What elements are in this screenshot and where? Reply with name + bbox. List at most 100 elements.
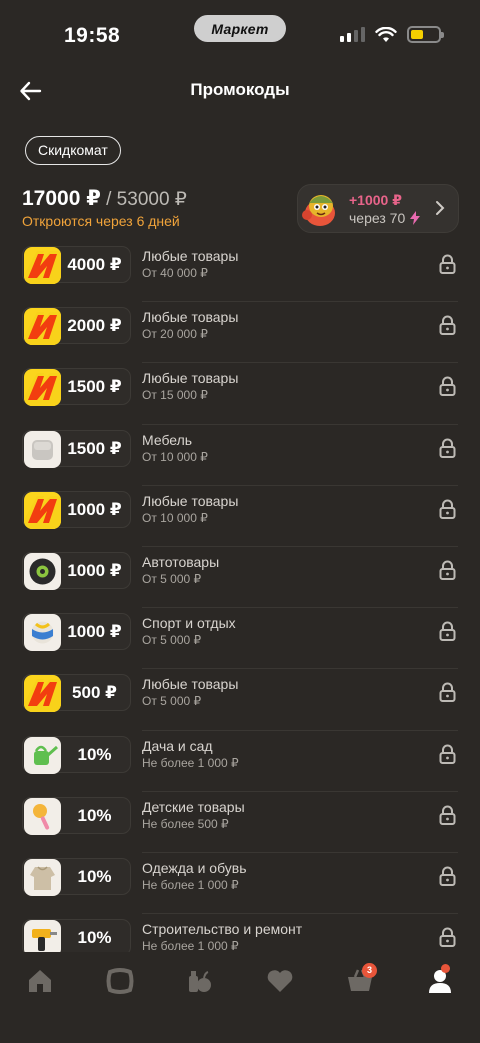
home-tab-icon[interactable]: [25, 966, 55, 996]
rattle-icon: [24, 797, 61, 835]
header: Промокоды: [0, 70, 480, 114]
promo-value-tag: 4000 ₽: [22, 246, 131, 284]
promo-category: Мебель: [142, 431, 193, 448]
bonus-subtitle: через 70: [349, 210, 421, 226]
dynamic-island-pill: Маркет: [194, 15, 286, 42]
promo-condition: От 15 000 ₽: [142, 388, 208, 403]
clothes-icon: [24, 858, 61, 896]
promo-row[interactable]: 1000 ₽ Автотовары От 5 000 ₽: [0, 547, 480, 609]
lock-icon: [439, 621, 456, 642]
promo-row[interactable]: 1000 ₽ Любые товары От 10 000 ₽: [0, 486, 480, 548]
promo-row[interactable]: 4000 ₽ Любые товары От 40 000 ₽: [0, 241, 480, 303]
status-time: 19:58: [64, 24, 121, 47]
promo-category: Дача и сад: [142, 737, 213, 754]
lock-icon: [439, 376, 456, 397]
mascot-icon: [302, 195, 335, 226]
promo-category: Строительство и ремонт: [142, 921, 303, 938]
promo-value-tag: 1500 ₽: [22, 368, 131, 407]
status-bar: 19:58 Маркет: [0, 0, 480, 70]
promo-condition: Не более 500 ₽: [142, 816, 229, 831]
promo-value-tag: 1500 ₽: [22, 429, 131, 468]
promo-condition: От 40 000 ₽: [142, 266, 208, 280]
opens-in-text: Откроются через 6 дней: [22, 213, 180, 229]
promo-row[interactable]: 500 ₽ Любые товары От 5 000 ₽: [0, 669, 480, 731]
promo-value-tag: 1000 ₽: [22, 613, 131, 652]
status-icons: [340, 26, 444, 43]
promo-condition: Не более 1 000 ₽: [142, 939, 239, 954]
market-logo-icon: [24, 369, 61, 407]
market-logo-icon: [24, 675, 61, 713]
promo-value-tag: 10%: [22, 857, 131, 896]
market-logo-icon: [24, 247, 61, 284]
promo-row[interactable]: 10% Дача и сад Не более 1 000 ₽: [0, 731, 480, 792]
promo-value-tag: 10%: [22, 919, 131, 958]
lightning-icon: [410, 211, 421, 225]
furniture-icon: [24, 430, 61, 468]
battery-icon: [407, 26, 444, 43]
skidkomat-chip[interactable]: Скидкомат: [25, 136, 121, 165]
cart-badge: 3: [362, 963, 377, 978]
page-title: Промокоды: [190, 80, 290, 99]
promo-value: 10%: [77, 744, 112, 764]
profile-notification-dot: [441, 964, 450, 973]
market-logo-icon: [24, 308, 61, 346]
amount-total: / 53000 ₽: [100, 189, 187, 210]
lock-icon: [439, 927, 456, 948]
promo-value-tag: 1000 ₽: [22, 551, 131, 590]
lock-icon: [439, 682, 456, 703]
promo-value-tag: 2000 ₽: [22, 307, 131, 346]
lock-icon: [439, 805, 456, 825]
promo-row[interactable]: 1000 ₽ Спорт и отдых От 5 000 ₽: [0, 608, 480, 670]
promo-value-tag: 10%: [22, 735, 131, 774]
promo-value-tag: 1000 ₽: [22, 490, 131, 529]
promo-category: Детские товары: [142, 798, 245, 815]
bonus-amount: +1000 ₽: [349, 192, 402, 208]
wifi-icon: [375, 26, 397, 42]
promo-row[interactable]: 10% Детские товары Не более 500 ₽: [0, 792, 480, 854]
promo-condition: Не более 1 000 ₽: [142, 877, 239, 892]
promo-category: Любые товары: [142, 309, 239, 326]
amount-current: 17000 ₽: [22, 187, 101, 210]
favorites-tab-icon[interactable]: [265, 966, 295, 996]
grocery-tab-icon[interactable]: [185, 966, 215, 996]
watering-can-icon: [24, 736, 61, 774]
promo-condition: От 5 000 ₽: [142, 633, 202, 648]
promo-condition: От 20 000 ₽: [142, 327, 208, 342]
promo-row[interactable]: 10% Одежда и обувь Не более 1 000 ₽: [0, 853, 480, 915]
catalog-tab-icon[interactable]: [105, 966, 135, 996]
promo-row[interactable]: 1500 ₽ Мебель От 10 000 ₽: [0, 425, 480, 486]
lock-icon: [439, 499, 456, 519]
bonus-subtitle-text: через 70: [349, 210, 406, 226]
promo-category: Автотовары: [142, 553, 220, 570]
promo-category: Спорт и отдых: [142, 615, 236, 632]
promo-condition: От 5 000 ₽: [142, 571, 202, 586]
promo-value: 1000 ₽: [67, 622, 122, 642]
promo-condition: Не более 1 000 ₽: [142, 755, 239, 770]
lock-icon: [439, 560, 456, 580]
promo-value-tag: 10%: [22, 796, 131, 835]
promo-value: 500 ₽: [72, 683, 117, 703]
promo-value-tag: 500 ₽: [22, 674, 131, 713]
promo-value: 10%: [77, 928, 112, 948]
promo-row[interactable]: 1500 ₽ Любые товары От 15 000 ₽: [0, 363, 480, 425]
collected-amount: 17000 ₽ / 53000 ₽: [22, 186, 187, 211]
promo-row[interactable]: 2000 ₽ Любые товары От 20 000 ₽: [0, 302, 480, 364]
profile-tab-icon[interactable]: [425, 966, 455, 996]
promo-category: Любые товары: [142, 248, 239, 264]
promo-category: Одежда и обувь: [142, 859, 247, 876]
promo-list: 4000 ₽ Любые товары От 40 000 ₽ 2000 ₽ Любые…: [0, 241, 480, 976]
tab-bar: 3: [0, 952, 480, 1043]
lock-icon: [439, 438, 456, 458]
ball-icon: [24, 614, 61, 652]
lock-icon: [439, 744, 456, 764]
chevron-right-icon: [436, 201, 445, 215]
promo-condition: От 10 000 ₽: [142, 510, 208, 525]
promo-value: 1000 ₽: [67, 499, 122, 519]
promo-category: Любые товары: [142, 676, 239, 693]
promo-value: 1500 ₽: [67, 377, 122, 397]
market-logo-icon: [24, 491, 61, 529]
bonus-card[interactable]: +1000 ₽ через 70: [297, 184, 459, 233]
promo-value: 1500 ₽: [67, 438, 122, 458]
promo-value: 4000 ₽: [67, 255, 122, 274]
promo-category: Любые товары: [142, 370, 239, 387]
